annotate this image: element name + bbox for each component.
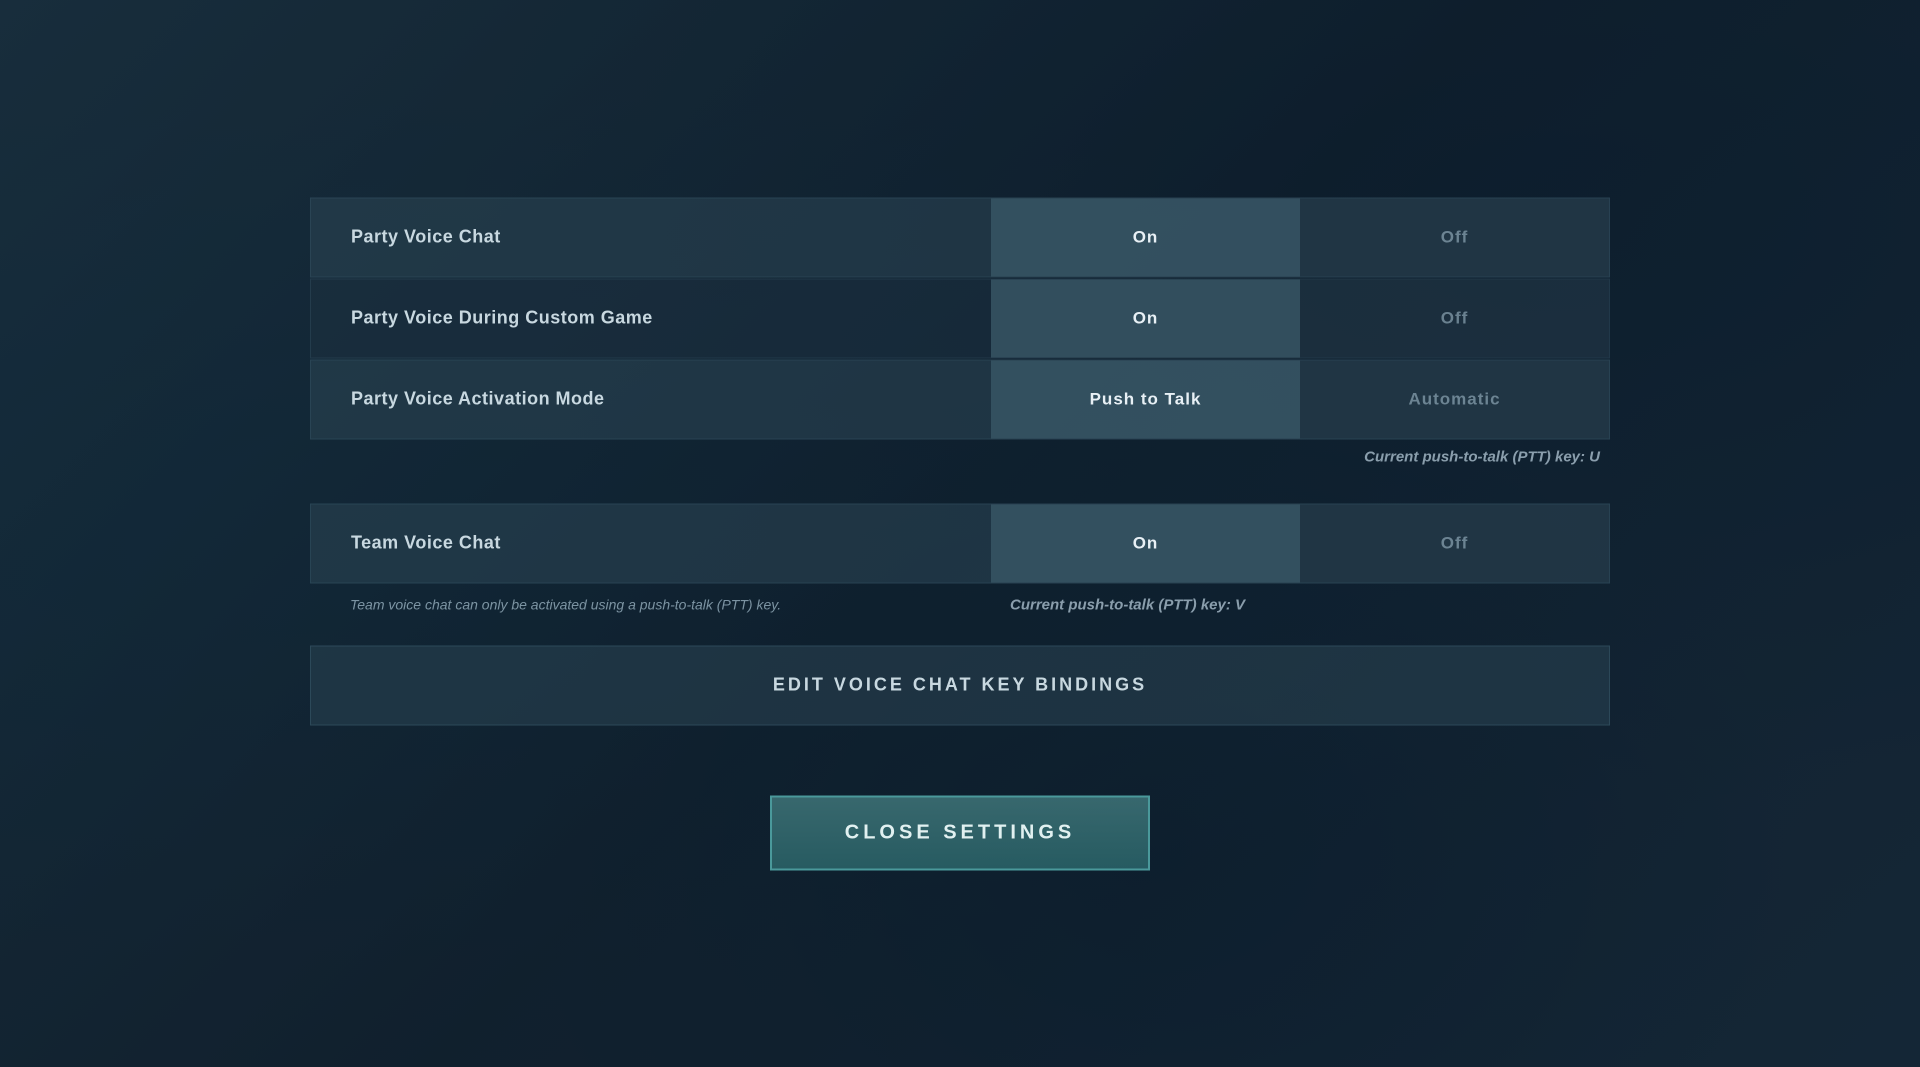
team-voice-note-text: Team voice chat can only be activated us… — [310, 597, 990, 613]
team-voice-note-row: Team voice chat can only be activated us… — [310, 584, 1610, 625]
party-voice-chat-label: Party Voice Chat — [311, 227, 991, 248]
party-voice-custom-label: Party Voice During Custom Game — [311, 308, 991, 329]
party-voice-custom-on-btn[interactable]: On — [991, 279, 1300, 357]
close-settings-wrapper: CLOSE SETTINGS — [310, 795, 1610, 870]
edit-bindings-button[interactable]: EDIT VOICE CHAT KEY BINDINGS — [310, 645, 1610, 725]
party-voice-custom-row: Party Voice During Custom Game On Off — [310, 278, 1610, 358]
party-voice-chat-on-btn[interactable]: On — [991, 198, 1300, 276]
party-voice-custom-off-btn[interactable]: Off — [1300, 279, 1609, 357]
team-voice-chat-row: Team Voice Chat On Off — [310, 503, 1610, 583]
party-voice-chat-row: Party Voice Chat On Off — [310, 197, 1610, 277]
team-ptt-hint-text: Current push-to-talk (PTT) key: V — [990, 596, 1610, 613]
settings-container: Party Voice Chat On Off Party Voice Duri… — [310, 197, 1610, 870]
party-voice-activation-row: Party Voice Activation Mode Push to Talk… — [310, 359, 1610, 439]
team-voice-chat-off-btn[interactable]: Off — [1300, 504, 1609, 582]
close-settings-button[interactable]: CLOSE SETTINGS — [770, 795, 1150, 870]
party-voice-push-to-talk-btn[interactable]: Push to Talk — [991, 360, 1300, 438]
party-voice-automatic-btn[interactable]: Automatic — [1300, 360, 1609, 438]
party-ptt-hint-text: Current push-to-talk (PTT) key: U — [1364, 448, 1600, 465]
section-divider — [310, 473, 1610, 503]
party-voice-activation-label: Party Voice Activation Mode — [311, 389, 991, 410]
party-voice-custom-options: On Off — [991, 279, 1609, 357]
team-voice-chat-label: Team Voice Chat — [311, 533, 991, 554]
party-voice-chat-off-btn[interactable]: Off — [1300, 198, 1609, 276]
party-voice-activation-options: Push to Talk Automatic — [991, 360, 1609, 438]
team-voice-chat-options: On Off — [991, 504, 1609, 582]
party-voice-chat-options: On Off — [991, 198, 1609, 276]
party-ptt-hint-row: Current push-to-talk (PTT) key: U — [310, 440, 1610, 473]
team-voice-chat-on-btn[interactable]: On — [991, 504, 1300, 582]
